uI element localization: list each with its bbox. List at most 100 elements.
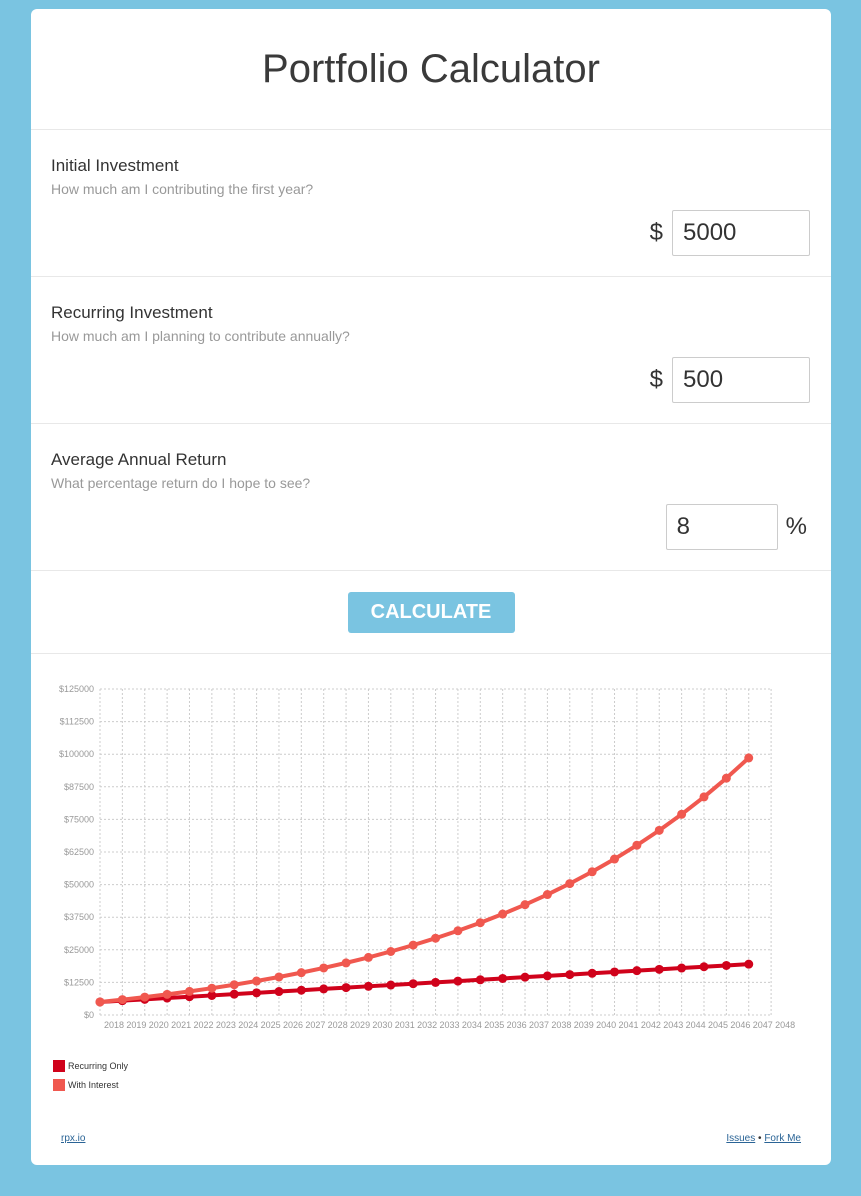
y-tick-label: $62500 (64, 847, 94, 857)
data-point-recurring (408, 979, 418, 989)
data-point-interest (341, 958, 351, 968)
data-point-recurring (542, 971, 552, 981)
data-point-interest (721, 773, 731, 783)
portfolio-line-chart: $0 $12500 $25000 $37500 $50000 $62500 $75000 $8… (59, 684, 795, 1030)
fork-me-link[interactable]: Fork Me (764, 1133, 801, 1144)
y-tick-label: $0 (84, 1010, 94, 1020)
data-point-interest (229, 980, 239, 990)
y-tick-label: $75000 (64, 814, 94, 824)
x-tick-label: 2030 (372, 1020, 392, 1030)
data-point-interest (699, 792, 709, 802)
data-point-interest (363, 952, 373, 962)
rpx-link[interactable]: rpx.io (61, 1133, 85, 1144)
data-point-interest (319, 963, 329, 973)
recurring-investment-input[interactable] (672, 357, 810, 403)
data-point-interest (632, 840, 642, 850)
y-tick-label: $100000 (59, 749, 94, 759)
data-point-recurring (475, 975, 485, 985)
data-point-recurring (699, 962, 709, 972)
data-point-interest (95, 997, 105, 1007)
y-tick-label: $50000 (64, 880, 94, 890)
data-point-interest (296, 968, 306, 978)
annual-return-section: Average Annual Return What percentage re… (31, 424, 831, 571)
x-tick-label: 2031 (395, 1020, 415, 1030)
x-tick-label: 2039 (574, 1020, 594, 1030)
data-point-recurring (520, 972, 530, 982)
x-tick-label: 2045 (708, 1020, 728, 1030)
x-tick-label: 2036 (507, 1020, 527, 1030)
series-line-interest (98, 755, 751, 1004)
footer-separator: • (758, 1133, 762, 1144)
data-point-interest (520, 900, 530, 910)
x-tick-label: 2037 (529, 1020, 549, 1030)
page-title: Portfolio Calculator (31, 9, 831, 130)
x-tick-label: 2032 (417, 1020, 437, 1030)
data-point-interest (252, 976, 262, 986)
initial-investment-row: $ (650, 210, 810, 256)
data-point-interest (207, 983, 217, 993)
x-tick-label: 2027 (305, 1020, 325, 1030)
percent-suffix: % (785, 513, 807, 540)
x-tick-label: 2023 (216, 1020, 236, 1030)
x-tick-label: 2046 (730, 1020, 750, 1030)
data-point-interest (587, 867, 597, 877)
x-tick-label: 2040 (596, 1020, 616, 1030)
annual-return-input[interactable] (665, 504, 778, 550)
data-point-interest (744, 753, 754, 763)
data-point-recurring (431, 977, 441, 987)
calculate-row: CALCULATE (31, 571, 831, 654)
data-point-recurring (296, 985, 306, 995)
x-tick-label: 2020 (149, 1020, 169, 1030)
data-point-recurring (744, 959, 754, 969)
annual-return-label: Average Annual Return (51, 450, 227, 469)
data-point-recurring (341, 983, 351, 993)
calculate-button[interactable]: CALCULATE (347, 591, 515, 633)
chart-area: $0 $12500 $25000 $37500 $50000 $62500 $75000 $8… (31, 654, 831, 1054)
calculator-card: Portfolio Calculator Initial Investment … (31, 9, 831, 1165)
data-point-interest (565, 879, 575, 889)
legend-label-interest: With Interest (68, 1079, 119, 1090)
recurring-investment-label: Recurring Investment (51, 303, 213, 322)
data-point-interest (408, 940, 418, 950)
initial-investment-input[interactable] (672, 210, 810, 256)
data-point-interest (431, 933, 441, 943)
data-point-interest (117, 995, 127, 1005)
x-tick-label: 2048 (775, 1020, 795, 1030)
x-tick-label: 2026 (283, 1020, 303, 1030)
data-point-interest (386, 947, 396, 957)
dollar-prefix: $ (649, 219, 663, 246)
initial-investment-help: How much am I contributing the first yea… (51, 181, 314, 197)
data-point-recurring (274, 987, 284, 997)
data-point-recurring (632, 966, 642, 976)
y-tick-label: $37500 (64, 912, 94, 922)
x-tick-label: 2029 (350, 1020, 370, 1030)
data-point-recurring (252, 988, 262, 998)
x-tick-label: 2022 (193, 1020, 213, 1030)
legend-swatch-interest (53, 1078, 65, 1091)
x-tick-label: 2043 (663, 1020, 683, 1030)
data-point-interest (610, 854, 620, 864)
data-point-interest (498, 909, 508, 919)
data-point-interest (162, 989, 172, 999)
legend-swatch-recurring (53, 1059, 65, 1072)
data-point-recurring (453, 976, 463, 986)
x-tick-label: 2028 (328, 1020, 348, 1030)
data-point-interest (453, 926, 463, 936)
chart-legend: Recurring Only With Interest (53, 1056, 128, 1094)
y-tick-label: $112500 (60, 717, 94, 727)
issues-link[interactable]: Issues (726, 1133, 755, 1144)
data-point-interest (184, 986, 194, 996)
y-tick-label: $87500 (64, 782, 94, 792)
data-point-interest (475, 918, 485, 928)
annual-return-row: % (665, 504, 807, 550)
recurring-investment-help: How much am I planning to contribute ann… (51, 328, 350, 344)
data-point-recurring (229, 989, 239, 999)
x-tick-label: 2019 (126, 1020, 146, 1030)
data-point-recurring (363, 981, 373, 991)
x-tick-label: 2034 (462, 1020, 482, 1030)
x-tick-label: 2024 (238, 1020, 258, 1030)
y-tick-label: $25000 (64, 945, 94, 955)
data-point-recurring (654, 964, 664, 974)
footer: rpx.io Issues • Fork Me (31, 1133, 831, 1149)
x-tick-label: 2025 (261, 1020, 281, 1030)
